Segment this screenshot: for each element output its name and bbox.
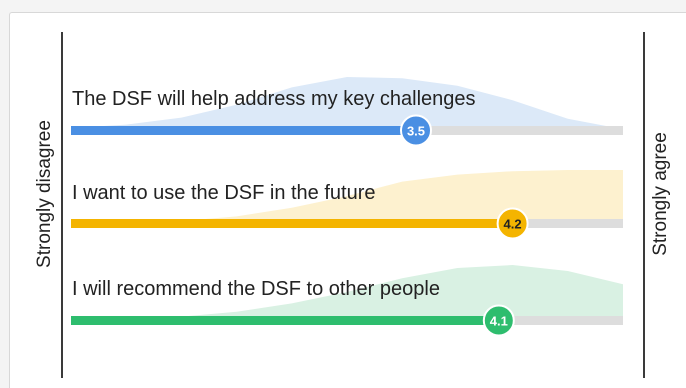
left-axis-label: Strongly disagree [34,120,55,268]
statement-label: I will recommend the DSF to other people [72,278,440,300]
value-bar [71,219,513,228]
value-bar [71,126,416,135]
statement-label: I want to use the DSF in the future [72,182,376,204]
value-label: 3.5 [407,124,425,139]
figure-frame: Strongly disagree Strongly agree 3.5 The … [0,0,686,388]
value-label: 4.2 [504,217,522,232]
value-label: 4.1 [490,314,508,329]
statement-label: The DSF will help address my key challen… [72,88,476,110]
likert-chart: Strongly disagree Strongly agree 3.5 The … [34,32,671,378]
value-bar [71,316,499,325]
right-axis-label: Strongly agree [650,132,671,256]
